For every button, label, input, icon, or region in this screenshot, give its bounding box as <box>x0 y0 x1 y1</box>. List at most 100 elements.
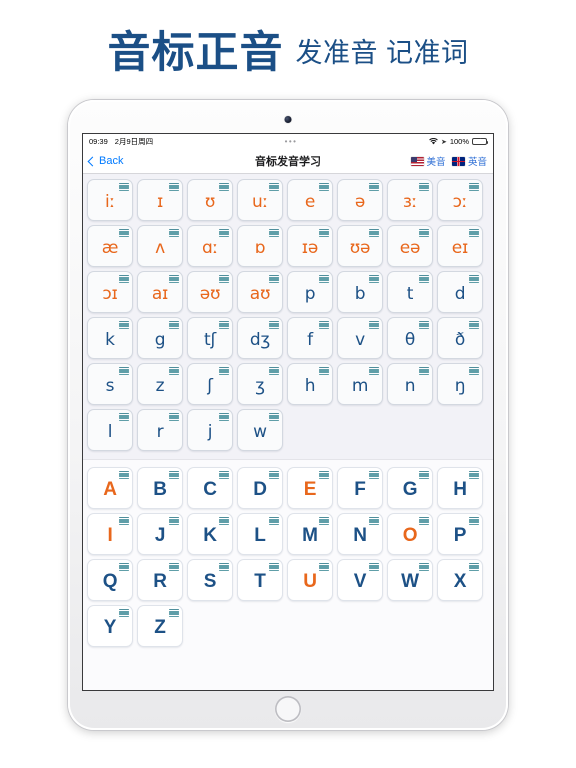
phonetic-tile-f[interactable]: f <box>287 317 333 359</box>
phonetic-tile-m[interactable]: m <box>337 363 383 405</box>
letter-tile-label: Q <box>102 571 118 592</box>
letter-tile-G[interactable]: G <box>387 467 433 509</box>
phonetic-tile-label: eɪ <box>451 237 469 258</box>
phonetic-tile-ʊə[interactable]: ʊə <box>337 225 383 267</box>
letter-tile-W[interactable]: W <box>387 559 433 601</box>
list-icon <box>269 229 279 237</box>
letter-tile-R[interactable]: R <box>137 559 183 601</box>
letter-tile-M[interactable]: M <box>287 513 333 555</box>
phonetic-tile-n[interactable]: n <box>387 363 433 405</box>
list-icon <box>119 471 129 479</box>
phonetic-tile-ɔː[interactable]: ɔː <box>437 179 483 221</box>
phonetic-row: ɔɪ aɪ əʊ aʊ p b t d <box>87 271 489 313</box>
letter-tile-Z[interactable]: Z <box>137 605 183 647</box>
phonetic-tile-p[interactable]: p <box>287 271 333 313</box>
letter-tile-D[interactable]: D <box>237 467 283 509</box>
phonetic-tile-d[interactable]: d <box>437 271 483 313</box>
letter-tile-T[interactable]: T <box>237 559 283 601</box>
phonetic-tile-iː[interactable]: iː <box>87 179 133 221</box>
letter-tile-label: O <box>402 525 418 546</box>
phonetic-tile-s[interactable]: s <box>87 363 133 405</box>
letter-tile-F[interactable]: F <box>337 467 383 509</box>
phonetic-tile-ɒ[interactable]: ɒ <box>237 225 283 267</box>
front-camera-icon <box>284 116 292 123</box>
status-bar-right: ➤ 100% ⚡ <box>429 137 489 146</box>
letter-tile-X[interactable]: X <box>437 559 483 601</box>
phonetic-tile-z[interactable]: z <box>137 363 183 405</box>
list-icon <box>469 321 479 329</box>
phonetic-tile-ə[interactable]: ə <box>337 179 383 221</box>
battery-charging-icon: ⚡ <box>472 137 489 146</box>
letter-tile-S[interactable]: S <box>187 559 233 601</box>
list-icon <box>219 321 229 329</box>
list-icon <box>119 563 129 571</box>
phonetic-tile-ɑː[interactable]: ɑː <box>187 225 233 267</box>
letter-tile-Q[interactable]: Q <box>87 559 133 601</box>
multitask-dots-icon: ••• <box>284 136 298 146</box>
phonetic-tile-ð[interactable]: ð <box>437 317 483 359</box>
phonetic-tile-label: e <box>304 191 316 212</box>
phonetic-tile-ʒ[interactable]: ʒ <box>237 363 283 405</box>
phonetic-tile-b[interactable]: b <box>337 271 383 313</box>
letter-tile-C[interactable]: C <box>187 467 233 509</box>
phonetic-tile-ɔɪ[interactable]: ɔɪ <box>87 271 133 313</box>
phonetic-tile-uː[interactable]: uː <box>237 179 283 221</box>
phonetic-tile-j[interactable]: j <box>187 409 233 451</box>
phonetic-tile-tʃ[interactable]: tʃ <box>187 317 233 359</box>
phonetic-tile-h[interactable]: h <box>287 363 333 405</box>
list-icon <box>319 275 329 283</box>
phonetic-tile-eɪ[interactable]: eɪ <box>437 225 483 267</box>
letter-tile-H[interactable]: H <box>437 467 483 509</box>
phonetic-tile-aɪ[interactable]: aɪ <box>137 271 183 313</box>
letter-tile-I[interactable]: I <box>87 513 133 555</box>
home-button[interactable] <box>275 696 301 722</box>
letter-tile-label: L <box>254 525 266 546</box>
phonetic-tile-t[interactable]: t <box>387 271 433 313</box>
letter-tile-K[interactable]: K <box>187 513 233 555</box>
list-icon <box>169 413 179 421</box>
phonetic-tile-ʌ[interactable]: ʌ <box>137 225 183 267</box>
letter-tile-J[interactable]: J <box>137 513 183 555</box>
list-icon <box>319 517 329 525</box>
phonetic-tile-k[interactable]: k <box>87 317 133 359</box>
phonetic-tile-θ[interactable]: θ <box>387 317 433 359</box>
phonetic-tile-ʃ[interactable]: ʃ <box>187 363 233 405</box>
letter-tile-L[interactable]: L <box>237 513 283 555</box>
phonetic-tile-v[interactable]: v <box>337 317 383 359</box>
promo-banner: 音标正音 发准音 记准词 <box>0 0 576 100</box>
letter-tile-U[interactable]: U <box>287 559 333 601</box>
device-screen: 09:39 2月9日周四 ••• ➤ 100% ⚡ Back 音标发音学习 美音… <box>83 134 493 690</box>
american-accent-button[interactable]: 美音 <box>410 154 445 168</box>
letter-tile-Y[interactable]: Y <box>87 605 133 647</box>
phonetic-tile-label: ɔɪ <box>102 283 118 304</box>
letter-tile-E[interactable]: E <box>287 467 333 509</box>
list-icon <box>119 321 129 329</box>
phonetic-tile-e[interactable]: e <box>287 179 333 221</box>
phonetic-tile-g[interactable]: g <box>137 317 183 359</box>
back-button[interactable]: Back <box>87 155 123 167</box>
phonetic-tile-ɜː[interactable]: ɜː <box>387 179 433 221</box>
phonetic-tile-æ[interactable]: æ <box>87 225 133 267</box>
phonetic-tile-ɪ[interactable]: ɪ <box>137 179 183 221</box>
phonetic-tile-w[interactable]: w <box>237 409 283 451</box>
letter-tile-N[interactable]: N <box>337 513 383 555</box>
phonetic-tile-aʊ[interactable]: aʊ <box>237 271 283 313</box>
list-icon <box>469 517 479 525</box>
letter-tile-label: K <box>203 525 217 546</box>
phonetic-tile-eə[interactable]: eə <box>387 225 433 267</box>
letter-tile-B[interactable]: B <box>137 467 183 509</box>
phonetic-tile-dʒ[interactable]: dʒ <box>237 317 283 359</box>
phonetic-tile-əʊ[interactable]: əʊ <box>187 271 233 313</box>
phonetic-tile-r[interactable]: r <box>137 409 183 451</box>
phonetic-tile-ŋ[interactable]: ŋ <box>437 363 483 405</box>
phonetic-tile-l[interactable]: l <box>87 409 133 451</box>
british-accent-button[interactable]: 英音 <box>452 154 487 168</box>
location-icon: ➤ <box>440 138 447 146</box>
letter-tile-A[interactable]: A <box>87 467 133 509</box>
letter-tile-P[interactable]: P <box>437 513 483 555</box>
letter-tile-V[interactable]: V <box>337 559 383 601</box>
letter-tile-O[interactable]: O <box>387 513 433 555</box>
letter-tile-label: N <box>353 525 367 546</box>
phonetic-tile-ɪə[interactable]: ɪə <box>287 225 333 267</box>
phonetic-tile-ʊ[interactable]: ʊ <box>187 179 233 221</box>
